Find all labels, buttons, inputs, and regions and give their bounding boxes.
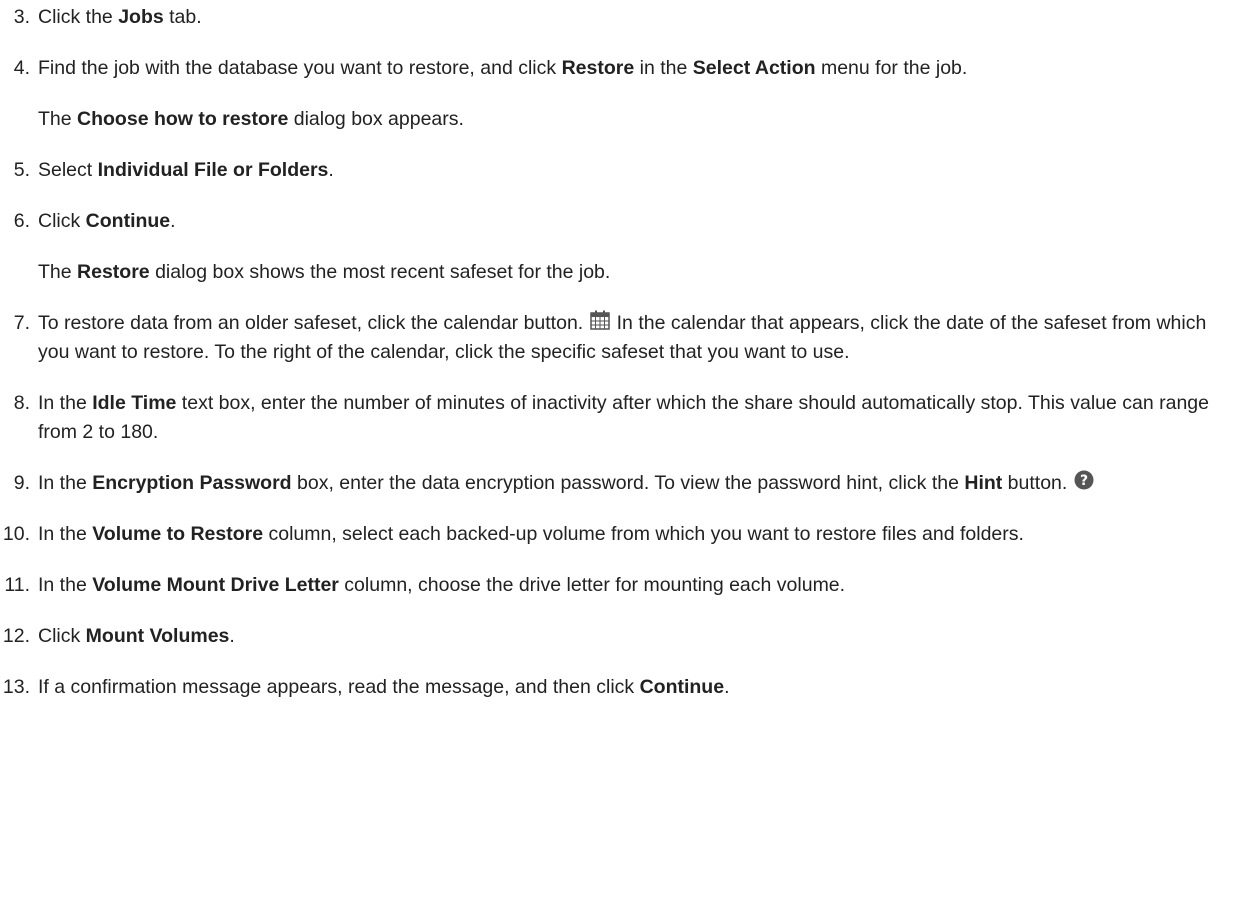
step-text: Click the <box>38 6 119 28</box>
note-text: dialog box appears. <box>288 108 464 130</box>
instruction-document: 3. Click the Jobs tab. 4. Find the job w… <box>0 0 1253 702</box>
ui-term-restore-dialog: Restore <box>77 261 150 283</box>
step-number: 7. <box>13 312 30 334</box>
step-text: tab. <box>163 6 202 28</box>
ui-term-continue: Continue <box>639 676 725 698</box>
svg-text:?: ? <box>1080 473 1088 489</box>
ui-term-encryption-password: Encryption Password <box>92 472 292 494</box>
ui-term-continue: Continue <box>85 210 171 232</box>
step-6: 6. Click Continue. <box>0 207 1253 236</box>
step-text: Select <box>38 159 98 181</box>
step-number: 4. <box>13 57 30 79</box>
step-number: 13. <box>2 676 30 698</box>
step-text: In the <box>38 392 93 414</box>
step-text: In the <box>38 574 93 596</box>
step-text: . <box>229 625 235 647</box>
note-text: The <box>38 261 78 283</box>
step-text: If a confirmation message appears, read … <box>38 676 640 698</box>
step-text: In the <box>38 472 93 494</box>
step-12: 12. Click Mount Volumes. <box>0 622 1253 651</box>
step-11: 11. In the Volume Mount Drive Letter col… <box>0 571 1253 600</box>
ui-term-restore: Restore <box>561 57 635 79</box>
step-text: Click <box>38 625 86 647</box>
note-text: dialog box shows the most recent safeset… <box>149 261 611 283</box>
step-7: 7. To restore data from an older safeset… <box>0 309 1253 367</box>
step-number: 10. <box>2 523 30 545</box>
step-text: menu for the job. <box>815 57 968 79</box>
step-5: 5. Select Individual File or Folders. <box>0 156 1253 185</box>
step-9: 9. In the Encryption Password box, enter… <box>0 469 1253 498</box>
step-text: column, choose the drive letter for moun… <box>338 574 846 596</box>
note-text: The <box>38 108 78 130</box>
step-6-result: The Restore dialog box shows the most re… <box>0 258 1253 287</box>
step-number: 8. <box>13 392 30 414</box>
ui-term-hint: Hint <box>964 472 1003 494</box>
step-text: button. <box>1002 472 1068 494</box>
ui-term-volume-mount-drive-letter: Volume Mount Drive Letter <box>92 574 339 596</box>
step-13: 13. If a confirmation message appears, r… <box>0 673 1253 702</box>
step-number: 5. <box>13 159 30 181</box>
step-text: . <box>170 210 176 232</box>
step-text: box, enter the data encryption password.… <box>291 472 965 494</box>
step-text: text box, enter the number of minutes of… <box>38 392 1209 443</box>
step-number: 6. <box>13 210 30 232</box>
step-number: 11. <box>4 574 30 596</box>
step-3: 3. Click the Jobs tab. <box>0 3 1253 32</box>
step-number: 9. <box>13 472 30 494</box>
ui-term-mount-volumes: Mount Volumes <box>85 625 230 647</box>
ui-term-jobs: Jobs <box>118 6 164 28</box>
step-text: in the <box>634 57 693 79</box>
ui-term-choose-how-to-restore: Choose how to restore <box>77 108 289 130</box>
step-10: 10. In the Volume to Restore column, sel… <box>0 520 1253 549</box>
step-text: Click <box>38 210 86 232</box>
ui-term-idle-time: Idle Time <box>92 392 177 414</box>
step-text: . <box>724 676 730 698</box>
step-4-result: The Choose how to restore dialog box app… <box>0 105 1253 134</box>
ui-term-individual-file-or-folders: Individual File or Folders <box>97 159 329 181</box>
ui-term-volume-to-restore: Volume to Restore <box>92 523 264 545</box>
step-text: To restore data from an older safeset, c… <box>38 312 584 334</box>
calendar-icon <box>589 309 611 331</box>
step-number: 3. <box>13 6 30 28</box>
step-4: 4. Find the job with the database you wa… <box>0 54 1253 83</box>
step-number: 12. <box>2 625 30 647</box>
ui-term-select-action: Select Action <box>692 57 816 79</box>
step-text: Find the job with the database you want … <box>38 57 562 79</box>
step-text: column, select each backed-up volume fro… <box>263 523 1024 545</box>
step-text: In the <box>38 523 93 545</box>
question-circle-icon: ? <box>1073 469 1095 491</box>
step-8: 8. In the Idle Time text box, enter the … <box>0 389 1253 447</box>
step-text: . <box>328 159 334 181</box>
